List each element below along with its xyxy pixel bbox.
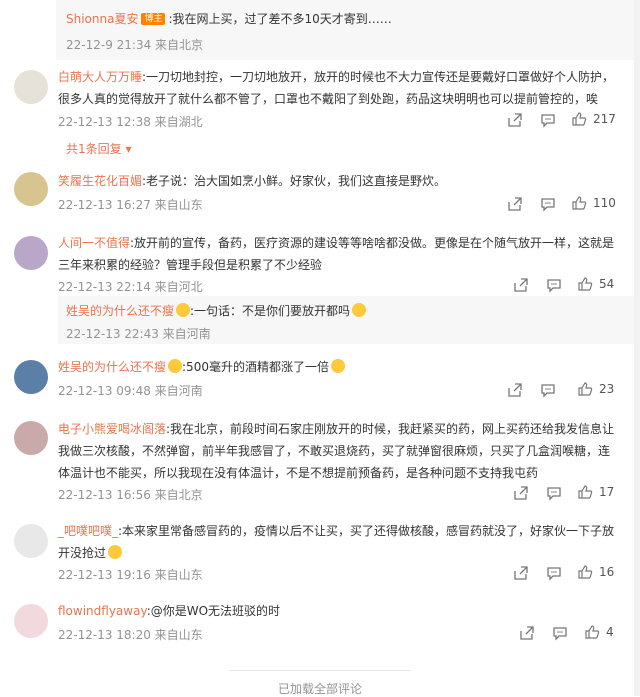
like-button[interactable]: 4 bbox=[584, 624, 614, 640]
like-icon bbox=[572, 112, 587, 126]
chevron-down-icon: ▾ bbox=[121, 142, 132, 156]
like-icon bbox=[572, 196, 587, 210]
like-icon bbox=[578, 565, 593, 579]
view-replies-label: 共1条回复 bbox=[66, 142, 122, 156]
avatar[interactable] bbox=[14, 236, 48, 270]
username[interactable]: 姓吴的为什么还不瘦 bbox=[58, 360, 166, 374]
comment-text: 电子小熊爱喝冰阁落:我在北京，前段时间石家庄刚放开的时候，我赶紧买的药，网上买药… bbox=[58, 418, 614, 440]
comment-text-line: 三年来积累的经验？管理手段但是积累了不少经验 bbox=[58, 258, 323, 272]
comment-meta: 22-12-13 18:20 来自山东 bbox=[58, 628, 203, 642]
comment-body: :一刀切地封控，一刀切地放开，放开的时候也不大力宣传还是要戴好口罩做好个人防护， bbox=[142, 70, 615, 84]
username[interactable]: Shionna夏安 bbox=[66, 12, 138, 26]
comment-meta: 22-12-13 09:48 来自河南 bbox=[58, 384, 203, 398]
share-icon[interactable] bbox=[519, 625, 535, 641]
username[interactable]: 人间一不值得 bbox=[58, 236, 130, 250]
comment-meta: 22-12-9 21:34 来自北京 bbox=[66, 38, 204, 52]
username[interactable]: flowindflyaway bbox=[58, 604, 147, 618]
comment-meta: 22-12-13 22:43 来自河南 bbox=[66, 327, 211, 341]
like-count: 217 bbox=[593, 112, 616, 126]
comment-meta: 22-12-13 22:14 来自河北 bbox=[58, 280, 203, 294]
comment-text: 姓吴的为什么还不瘦 :一句话：不是你们要放开都吗 bbox=[66, 300, 367, 322]
comment-meta: 22-12-13 16:56 来自北京 bbox=[58, 488, 203, 502]
crying-emoji-icon bbox=[108, 545, 123, 559]
author-badge: 博主 bbox=[141, 13, 166, 25]
comment-body-cont: 开没抢过 bbox=[58, 546, 107, 560]
username[interactable]: 白萌大人万万睡 bbox=[58, 70, 142, 84]
comment-text: _吧噗吧噗_:本来家里常备感冒药的，疫情以后不让买，买了还得做核酸，感冒药就没了… bbox=[58, 520, 614, 542]
like-count: 110 bbox=[593, 196, 616, 210]
share-icon[interactable] bbox=[507, 196, 523, 212]
comment-icon[interactable] bbox=[546, 277, 562, 293]
comment-body: :我在网上买，过了差不多10天才寄到…… bbox=[168, 12, 392, 26]
scrollbar[interactable] bbox=[634, 0, 640, 696]
comment-body: :500毫升的酒精都涨了一倍 bbox=[182, 360, 329, 374]
like-button[interactable]: 17 bbox=[577, 484, 614, 500]
comment-icon[interactable] bbox=[546, 565, 562, 581]
comment-text-line: 我做三次核酸，不然弹窗，前半年我感冒了，不敢买退烧药，买了就弹窗很麻烦，只买了几… bbox=[58, 444, 611, 458]
comment-text-line: 很多人真的觉得放开了就什么都不管了，口罩也不戴阳了到处跑，药品这块明明也可以提前… bbox=[58, 92, 599, 106]
thumbs-up-emoji-icon bbox=[330, 359, 345, 373]
username[interactable]: _吧噗吧噗_ bbox=[58, 524, 118, 538]
comment-meta: 22-12-13 19:16 来自山东 bbox=[58, 568, 203, 582]
comment-meta: 22-12-13 16:27 来自山东 bbox=[58, 198, 203, 212]
like-button[interactable]: 16 bbox=[577, 564, 614, 580]
avatar[interactable] bbox=[14, 360, 48, 394]
divider bbox=[230, 670, 410, 671]
username[interactable]: 电子小熊爱喝冰阁落 bbox=[58, 422, 166, 436]
comment-body: :一句话：不是你们要放开都吗 bbox=[190, 304, 351, 318]
comment-text-line: 开没抢过 bbox=[58, 542, 123, 564]
comment-icon[interactable] bbox=[546, 485, 562, 501]
comment-icon[interactable] bbox=[540, 112, 556, 128]
like-icon bbox=[585, 625, 600, 639]
like-count: 16 bbox=[599, 565, 615, 579]
like-icon bbox=[578, 277, 593, 291]
avatar[interactable] bbox=[14, 421, 48, 455]
username[interactable]: 姓吴的为什么还不瘦 bbox=[66, 304, 174, 318]
comment-text: Shionna夏安 博主:我在网上买，过了差不多10天才寄到…… bbox=[66, 8, 392, 30]
comment-text: 笑履生花化百媚:老子说：治大国如烹小鲜。好家伙，我们这直接是野炊。 bbox=[58, 170, 446, 192]
like-button[interactable]: 54 bbox=[577, 276, 614, 292]
comment-text: 白萌大人万万睡:一刀切地封控，一刀切地放开，放开的时候也不大力宣传还是要戴好口罩… bbox=[58, 66, 614, 88]
like-count: 4 bbox=[606, 625, 614, 639]
comment-body: :@你是WO无法班驳的时 bbox=[146, 604, 281, 618]
comment-body: :放开前的宣传，备药，医疗资源的建设等等啥啥都没做。更像是在个随气放开一样，这就… bbox=[130, 236, 615, 250]
comment-icon[interactable] bbox=[552, 625, 568, 641]
avatar[interactable] bbox=[14, 604, 48, 638]
comment-body: :本来家里常备感冒药的，疫情以后不让买，买了还得做核酸，感冒药就没了，好家伙一下… bbox=[118, 524, 615, 538]
crown-emoji-icon bbox=[168, 359, 183, 373]
like-count: 23 bbox=[599, 382, 615, 396]
comment-text: 人间一不值得:放开前的宣传，备药，医疗资源的建设等等啥啥都没做。更像是在个随气放… bbox=[58, 232, 614, 254]
like-icon bbox=[578, 485, 593, 499]
comment-body: :老子说：治大国如烹小鲜。好家伙，我们这直接是野炊。 bbox=[142, 174, 447, 188]
like-icon bbox=[578, 382, 593, 396]
comment-meta: 22-12-13 12:38 来自湖北 bbox=[58, 115, 203, 129]
share-icon[interactable] bbox=[507, 382, 523, 398]
avatar[interactable] bbox=[14, 172, 48, 206]
comment-icon[interactable] bbox=[540, 382, 556, 398]
cat-emoji-icon bbox=[352, 303, 367, 317]
avatar[interactable] bbox=[14, 70, 48, 104]
like-button[interactable]: 110 bbox=[571, 195, 616, 211]
crown-emoji-icon bbox=[176, 303, 191, 317]
share-icon[interactable] bbox=[513, 565, 529, 581]
all-comments-loaded-label: 已加载全部评论 bbox=[277, 682, 362, 696]
comment-icon[interactable] bbox=[540, 196, 556, 212]
like-count: 54 bbox=[599, 277, 615, 291]
avatar[interactable] bbox=[14, 524, 48, 558]
comment-text-line: 体温计也不能买，所以我现在没有体温计，不是不想提前预备药，是各种问题不支持我屯药 bbox=[58, 466, 539, 480]
comment-text: flowindflyaway:@你是WO无法班驳的时 bbox=[58, 600, 280, 622]
like-button[interactable]: 23 bbox=[577, 381, 614, 397]
username[interactable]: 笑履生花化百媚 bbox=[58, 174, 142, 188]
comment-text: 姓吴的为什么还不瘦 :500毫升的酒精都涨了一倍 bbox=[58, 356, 345, 378]
share-icon[interactable] bbox=[513, 485, 529, 501]
view-replies-link[interactable]: 共1条回复 ▾ bbox=[66, 140, 131, 157]
comment-body: :我在北京，前段时间石家庄刚放开的时候，我赶紧买的药，网上买药还给我发信息让 bbox=[166, 422, 615, 436]
like-button[interactable]: 217 bbox=[571, 111, 616, 127]
share-icon[interactable] bbox=[513, 277, 529, 293]
like-count: 17 bbox=[599, 485, 615, 499]
share-icon[interactable] bbox=[507, 112, 523, 128]
